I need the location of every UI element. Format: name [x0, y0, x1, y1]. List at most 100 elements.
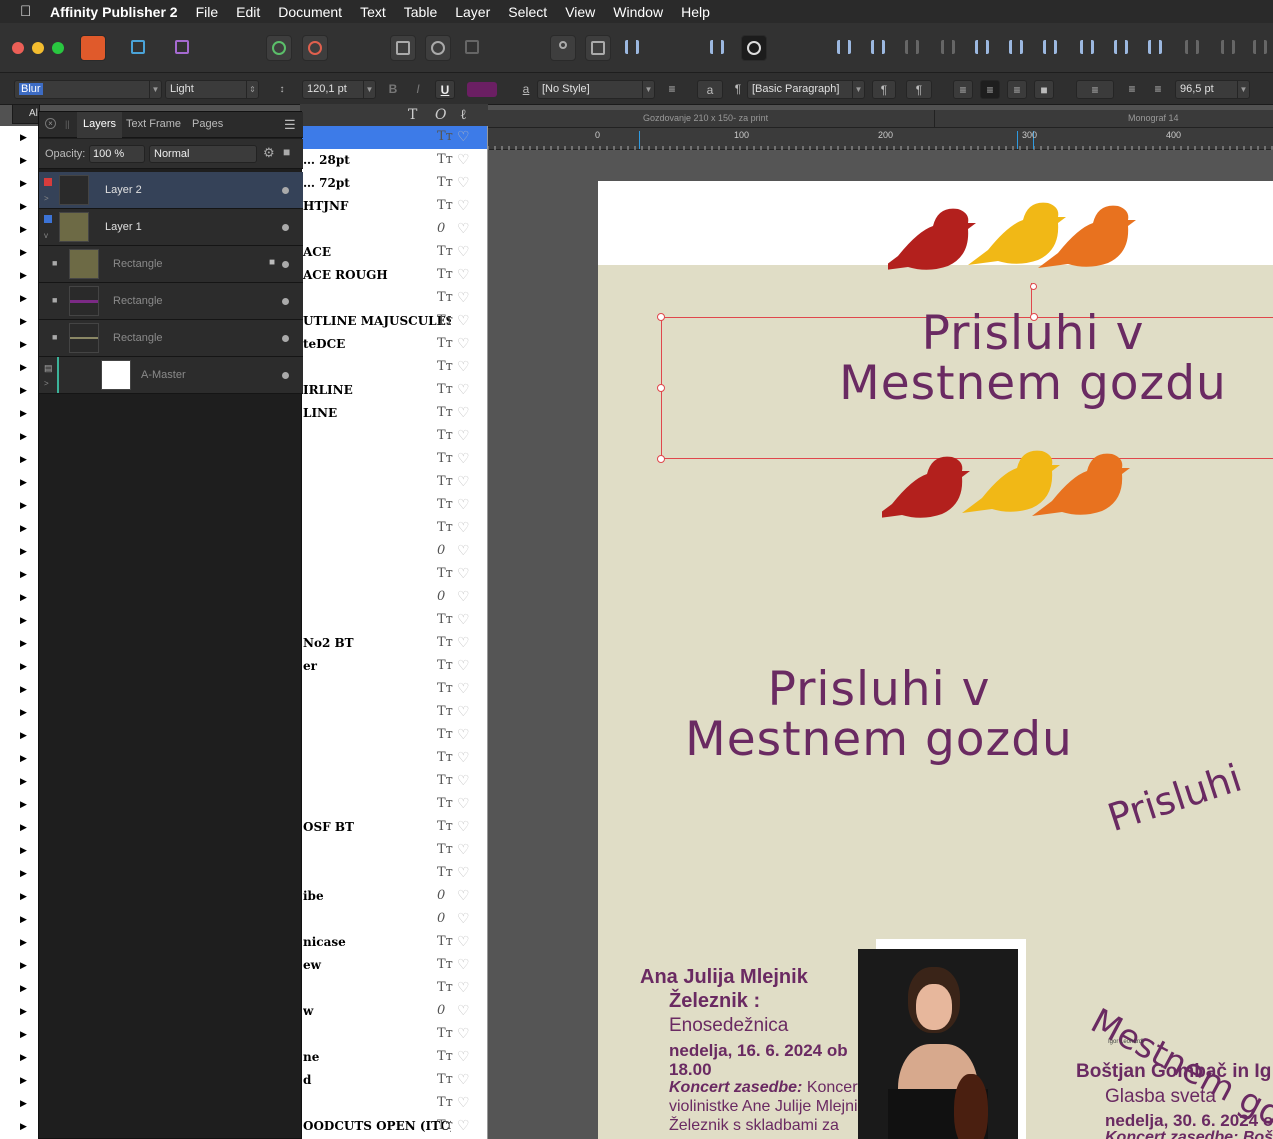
- numbered-list-icon[interactable]: ≡: [1148, 80, 1168, 99]
- menu-file[interactable]: File: [196, 4, 219, 20]
- layer-row-layer-2[interactable]: > Layer 2: [39, 172, 303, 209]
- expand-triangle-icon[interactable]: ▶: [20, 546, 27, 557]
- favorite-heart-icon[interactable]: ♡: [457, 1025, 470, 1042]
- favorite-heart-icon[interactable]: ♡: [457, 381, 470, 398]
- resize-handle[interactable]: [657, 455, 665, 463]
- snapping-icon[interactable]: [741, 35, 767, 61]
- expand-chevron-icon[interactable]: >: [44, 379, 49, 388]
- menu-text[interactable]: Text: [360, 4, 386, 20]
- document-tab-other[interactable]: Monograf 14: [1128, 113, 1179, 123]
- visibility-dot[interactable]: [282, 372, 289, 379]
- apple-icon[interactable]: : [20, 3, 36, 20]
- distribute-h-icon[interactable]: [1180, 35, 1206, 61]
- align-text-left-icon[interactable]: ≡: [953, 80, 973, 99]
- align-text-center-icon[interactable]: ≡: [980, 80, 1000, 99]
- curved-text-prisluhi[interactable]: Prisluhi: [1102, 756, 1246, 840]
- menu-app-name[interactable]: Affinity Publisher 2: [50, 4, 178, 20]
- pin-icon[interactable]: [550, 35, 576, 61]
- layer-row-rectangle[interactable]: ■ Rectangle: [39, 320, 303, 357]
- expand-chevron-icon[interactable]: >: [44, 194, 49, 203]
- expand-triangle-icon[interactable]: ▶: [20, 1029, 27, 1040]
- expand-triangle-icon[interactable]: ▶: [20, 178, 27, 189]
- text-font-filter-icon[interactable]: T: [408, 107, 417, 123]
- justify-icon[interactable]: ■: [1034, 80, 1054, 99]
- expand-triangle-icon[interactable]: ▶: [20, 316, 27, 327]
- expand-triangle-icon[interactable]: ▶: [20, 661, 27, 672]
- align-bottom-icon[interactable]: [1143, 35, 1169, 61]
- minimize-window-button[interactable]: [32, 42, 44, 54]
- favorite-heart-icon[interactable]: ♡: [457, 1002, 470, 1019]
- side-panel-tab[interactable]: Al: [12, 104, 40, 124]
- visibility-dot[interactable]: [282, 335, 289, 342]
- script-filter-icon[interactable]: ℓ: [460, 107, 467, 124]
- expand-triangle-icon[interactable]: ▶: [20, 1098, 27, 1109]
- favorite-heart-icon[interactable]: ♡: [457, 358, 470, 375]
- align-right-icon[interactable]: [1038, 35, 1064, 61]
- favorite-heart-icon[interactable]: ♡: [457, 174, 470, 191]
- expand-triangle-icon[interactable]: ▶: [20, 477, 27, 488]
- expand-triangle-icon[interactable]: ▶: [20, 822, 27, 833]
- menu-view[interactable]: View: [565, 4, 595, 20]
- expand-triangle-icon[interactable]: ▶: [20, 385, 27, 396]
- favorite-heart-icon[interactable]: ♡: [457, 565, 470, 582]
- pilcrow-button-icon[interactable]: ¶: [906, 80, 932, 99]
- close-window-button[interactable]: [12, 42, 24, 54]
- designer-persona-icon[interactable]: [126, 35, 152, 61]
- favorite-heart-icon[interactable]: ♡: [457, 404, 470, 421]
- expand-triangle-icon[interactable]: ▶: [20, 891, 27, 902]
- expand-triangle-icon[interactable]: ▶: [20, 914, 27, 925]
- expand-triangle-icon[interactable]: ▶: [20, 201, 27, 212]
- favorite-heart-icon[interactable]: ♡: [457, 956, 470, 973]
- expand-triangle-icon[interactable]: ▶: [20, 569, 27, 580]
- favorite-heart-icon[interactable]: ♡: [457, 197, 470, 214]
- menu-select[interactable]: Select: [508, 4, 547, 20]
- layer-row-rectangle[interactable]: ■ Rectangle: [39, 283, 303, 320]
- collapse-chevron-icon[interactable]: v: [44, 231, 48, 240]
- align-center-icon[interactable]: [832, 35, 858, 61]
- favorite-heart-icon[interactable]: ♡: [457, 128, 470, 145]
- menu-help[interactable]: Help: [681, 4, 710, 20]
- document-setup-icon[interactable]: [390, 35, 416, 61]
- bold-icon[interactable]: B: [383, 80, 403, 99]
- favorite-heart-icon[interactable]: ♡: [457, 864, 470, 881]
- expand-triangle-icon[interactable]: ▶: [20, 155, 27, 166]
- align-top-icon[interactable]: [1075, 35, 1101, 61]
- panel-menu-icon[interactable]: ☰: [284, 117, 296, 133]
- expand-triangle-icon[interactable]: ▶: [20, 1006, 27, 1017]
- favorite-heart-icon[interactable]: ♡: [457, 841, 470, 858]
- favorite-heart-icon[interactable]: ♡: [457, 979, 470, 996]
- preflight-icon[interactable]: [302, 35, 328, 61]
- photo-persona-icon[interactable]: [170, 35, 196, 61]
- layer-row-layer-1[interactable]: v Layer 1: [39, 209, 303, 246]
- expand-triangle-icon[interactable]: ▶: [20, 454, 27, 465]
- font-size-field[interactable]: 120,1 pt ▼: [302, 80, 376, 99]
- align-left-icon[interactable]: [970, 35, 996, 61]
- menu-layer[interactable]: Layer: [455, 4, 490, 20]
- favorite-heart-icon[interactable]: ♡: [457, 335, 470, 352]
- favorite-heart-icon[interactable]: ♡: [457, 312, 470, 329]
- expand-triangle-icon[interactable]: ▶: [20, 500, 27, 511]
- character-style-field[interactable]: [No Style] ▼: [537, 80, 655, 99]
- align-text-right-icon[interactable]: ≡: [1007, 80, 1027, 99]
- expand-triangle-icon[interactable]: ▶: [20, 707, 27, 718]
- paragraph-style-field[interactable]: [Basic Paragraph] ▼: [747, 80, 865, 99]
- photo-frame[interactable]: [858, 939, 1026, 1139]
- expand-triangle-icon[interactable]: ▶: [20, 684, 27, 695]
- layer-row-a-master[interactable]: ▤ > A-Master: [39, 357, 303, 394]
- drag-handle-icon[interactable]: ||: [65, 119, 70, 129]
- favorite-heart-icon[interactable]: ♡: [457, 450, 470, 467]
- favorite-heart-icon[interactable]: ♡: [457, 496, 470, 513]
- favorite-heart-icon[interactable]: ♡: [457, 1117, 470, 1134]
- expand-triangle-icon[interactable]: ▶: [20, 523, 27, 534]
- align-dist-icon[interactable]: [936, 35, 962, 61]
- visibility-dot[interactable]: [282, 187, 289, 194]
- favorite-heart-icon[interactable]: ♡: [457, 703, 470, 720]
- expand-triangle-icon[interactable]: ▶: [20, 431, 27, 442]
- favorite-heart-icon[interactable]: ♡: [457, 818, 470, 835]
- menu-edit[interactable]: Edit: [236, 4, 260, 20]
- headline-copy[interactable]: Prisluhi v Mestnem gozdu: [674, 665, 1084, 765]
- expand-triangle-icon[interactable]: ▶: [20, 270, 27, 281]
- expand-triangle-icon[interactable]: ▶: [20, 408, 27, 419]
- document-tab-active[interactable]: Gozdovanje 210 x 150- za print: [643, 113, 768, 123]
- expand-triangle-icon[interactable]: ▶: [20, 615, 27, 626]
